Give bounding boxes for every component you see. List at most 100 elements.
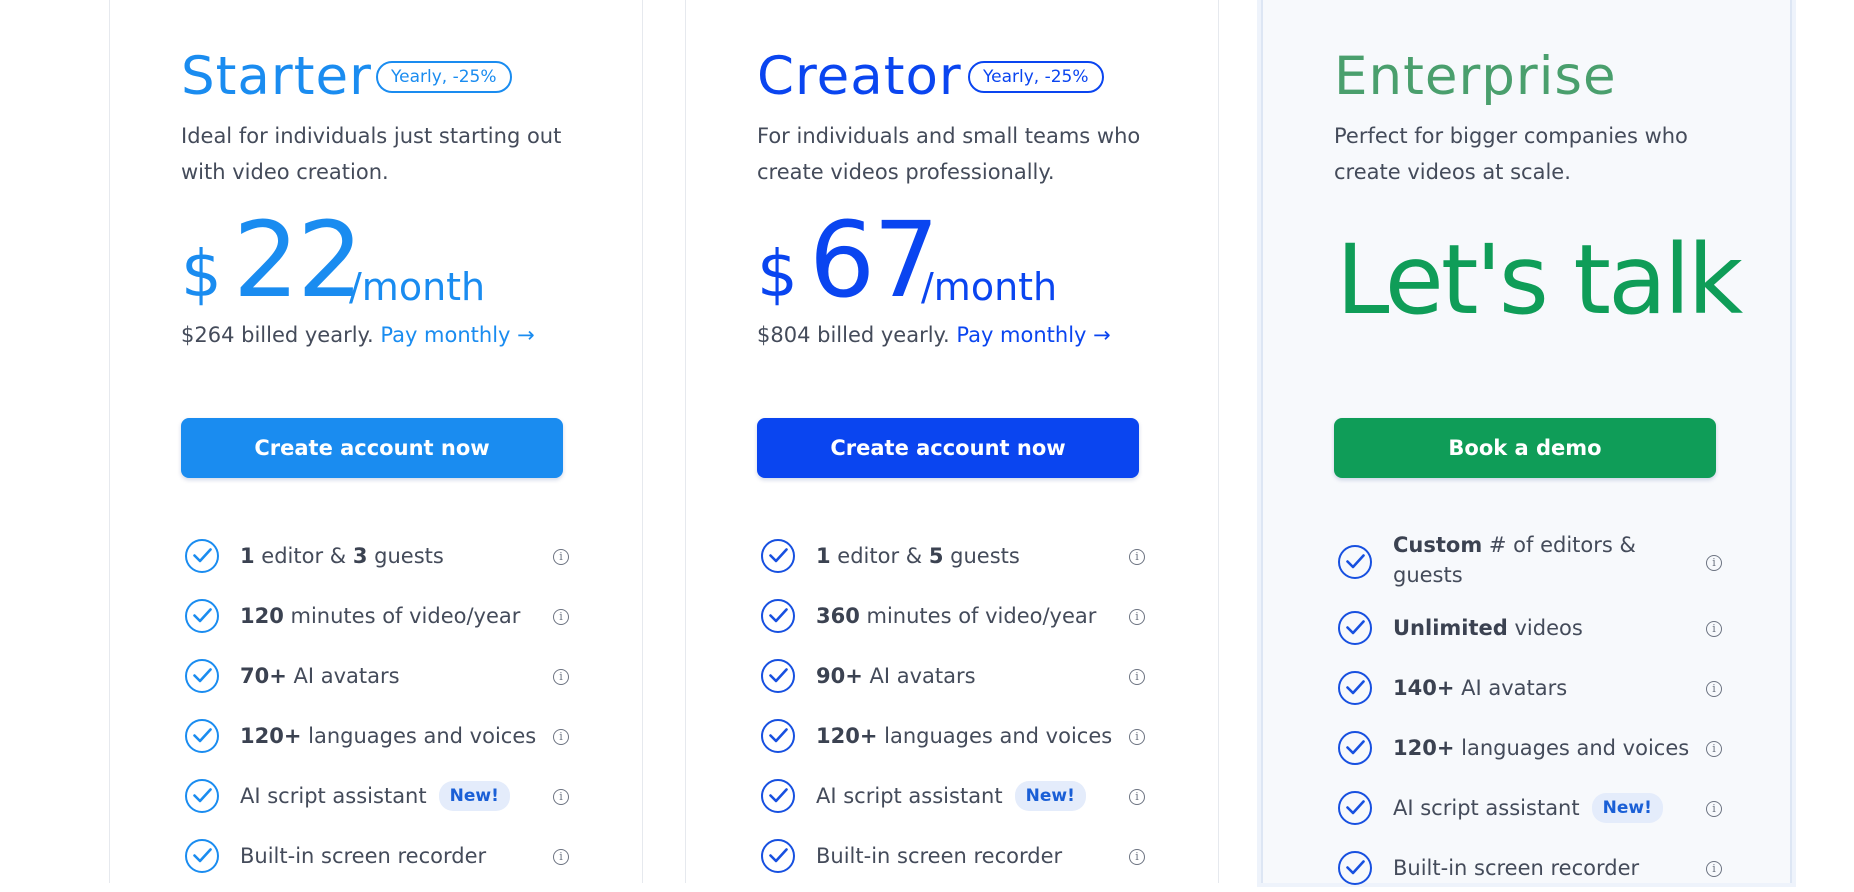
info-icon[interactable]: i [1706,861,1722,877]
feature-item: 1 editor & 5 guests i [761,536,1145,580]
feature-item: Built-in screen recorder i [1338,848,1722,892]
feature-text: Unlimited videos [1393,616,1583,640]
discount-badge: Yearly, -25% [376,61,512,93]
plan-card-enterprise: Enterprise Perfect for bigger companies … [1261,0,1792,885]
check-icon [1338,731,1372,765]
feature-text: AI script assistant New! [816,776,1086,816]
info-icon[interactable]: i [1129,849,1145,865]
info-icon[interactable]: i [553,609,569,625]
check-icon [185,539,219,573]
info-icon[interactable]: i [553,549,569,565]
feature-text: AI script assistant New! [1393,788,1663,828]
new-badge: New! [438,781,510,811]
feature-item: Custom # of editors & guests i [1338,533,1722,587]
currency-symbol: $ [181,238,222,312]
check-icon [185,719,219,753]
feature-text: 90+ AI avatars [816,664,976,688]
info-icon[interactable]: i [1129,609,1145,625]
check-icon [185,779,219,813]
plan-description: Ideal for individuals just starting out … [181,124,562,184]
feature-text: AI script assistant New! [240,776,510,816]
info-icon[interactable]: i [553,669,569,685]
price-period: /month [921,265,1058,309]
currency-symbol: $ [757,238,798,312]
billing-note: $804 billed yearly. Pay monthly → [757,320,1111,350]
info-icon[interactable]: i [1129,789,1145,805]
feature-text: 1 editor & 3 guests [240,544,444,568]
check-icon [761,539,795,573]
plan-title: Starter [181,46,372,107]
info-icon[interactable]: i [1706,621,1722,637]
feature-text: Built-in screen recorder [1393,856,1640,880]
pay-monthly-link[interactable]: Pay monthly → [956,323,1110,347]
feature-text: 140+ AI avatars [1393,676,1568,700]
discount-badge: Yearly, -25% [968,61,1104,93]
check-icon [761,659,795,693]
price-amount: 67 [809,199,939,321]
info-icon[interactable]: i [1129,729,1145,745]
feature-text: Custom # of editors & guests [1393,533,1636,587]
feature-text: 120+ languages and voices [816,724,1113,748]
check-icon [1338,791,1372,825]
feature-item: 120+ languages and voices i [761,716,1145,760]
new-badge: New! [1591,793,1663,823]
feature-item: AI script assistant New! i [185,776,569,820]
price-period: /month [349,265,486,309]
check-icon [761,779,795,813]
feature-text: Built-in screen recorder [240,844,487,868]
plan-card-starter: Starter Yearly, -25% Ideal for individua… [109,0,643,883]
feature-text: Built-in screen recorder [816,844,1063,868]
new-badge: New! [1014,781,1086,811]
feature-item: AI script assistant New! i [1338,788,1722,832]
check-icon [761,719,795,753]
info-icon[interactable]: i [1706,681,1722,697]
info-icon[interactable]: i [553,729,569,745]
feature-text: 120+ languages and voices [1393,736,1690,760]
info-icon[interactable]: i [1706,741,1722,757]
plan-description: Perfect for bigger companies who create … [1334,124,1688,184]
feature-item: Built-in screen recorder i [761,836,1145,880]
feature-item: 1 editor & 3 guests i [185,536,569,580]
feature-text: 120 minutes of video/year [240,604,521,628]
plan-title: Creator [757,46,962,107]
check-icon [761,599,795,633]
billed-yearly-text: $804 billed yearly. [757,323,950,347]
info-icon[interactable]: i [1706,555,1722,571]
check-icon [1338,851,1372,885]
check-icon [1338,611,1372,645]
feature-text: 120+ languages and voices [240,724,537,748]
check-icon [185,599,219,633]
plan-title: Enterprise [1334,46,1617,107]
feature-item: 120+ languages and voices i [1338,728,1722,772]
billed-yearly-text: $264 billed yearly. [181,323,374,347]
check-icon [185,659,219,693]
create-account-button[interactable]: Create account now [181,418,563,478]
pay-monthly-link[interactable]: Pay monthly → [380,323,534,347]
feature-item: 90+ AI avatars i [761,656,1145,700]
plan-description: For individuals and small teams who crea… [757,124,1141,184]
info-icon[interactable]: i [1129,669,1145,685]
check-icon [185,839,219,873]
feature-item: AI script assistant New! i [761,776,1145,820]
info-icon[interactable]: i [1706,801,1722,817]
check-icon [761,839,795,873]
info-icon[interactable]: i [553,789,569,805]
feature-text: 70+ AI avatars [240,664,400,688]
feature-item: 120 minutes of video/year i [185,596,569,640]
feature-item: 70+ AI avatars i [185,656,569,700]
contact-headline: Let's talk [1336,224,1743,336]
feature-item: 360 minutes of video/year i [761,596,1145,640]
feature-item: Unlimited videos i [1338,608,1722,652]
feature-item: 120+ languages and voices i [185,716,569,760]
create-account-button[interactable]: Create account now [757,418,1139,478]
price-amount: 22 [233,199,363,321]
info-icon[interactable]: i [553,849,569,865]
info-icon[interactable]: i [1129,549,1145,565]
check-icon [1338,671,1372,705]
plan-card-creator: Creator Yearly, -25% For individuals and… [685,0,1219,883]
book-demo-button[interactable]: Book a demo [1334,418,1716,478]
billing-note: $264 billed yearly. Pay monthly → [181,320,535,350]
feature-item: 140+ AI avatars i [1338,668,1722,712]
feature-item: Built-in screen recorder i [185,836,569,880]
feature-text: 1 editor & 5 guests [816,544,1020,568]
